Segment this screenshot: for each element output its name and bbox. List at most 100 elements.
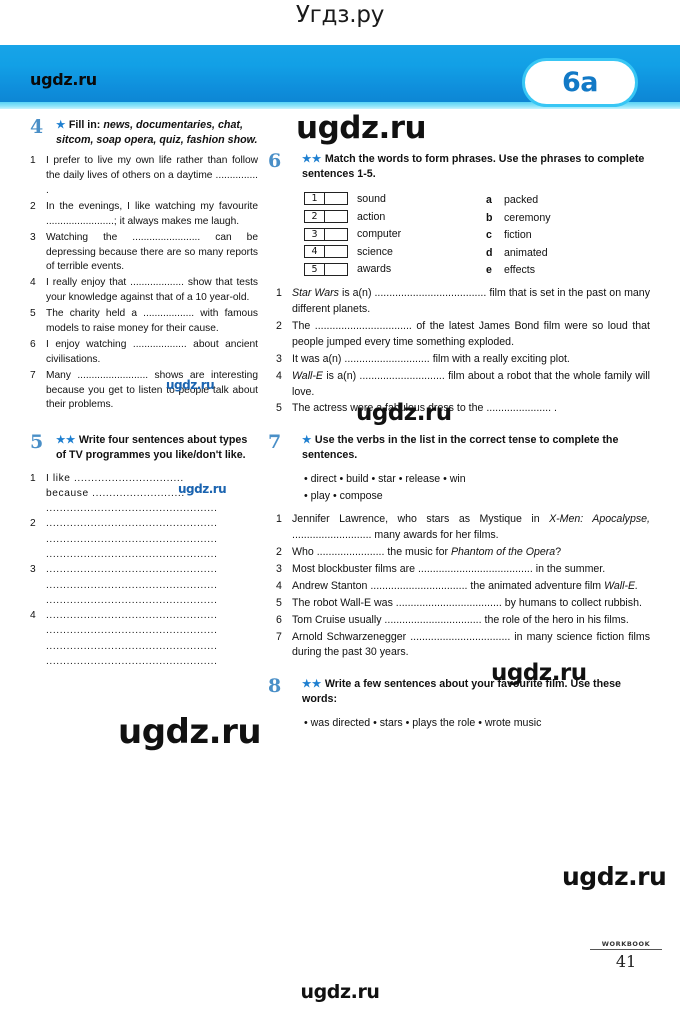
matching-right-column: a packed b ceremony c fiction d animated: [486, 190, 636, 279]
exercise-8-word-bank: • was directed • stars • plays the role …: [304, 715, 650, 731]
item-number: 5: [276, 596, 282, 609]
word-bank-line: • was directed • stars • plays the role …: [304, 717, 542, 730]
match-number: 3: [305, 228, 325, 240]
exercise-6-items: 1 Star Wars is a(n) ....................…: [276, 286, 650, 417]
list-item: 3 It was a(n) ..........................…: [276, 352, 650, 368]
item-text[interactable]: I prefer to live my own life rather than…: [46, 154, 258, 199]
item-number: 1: [30, 155, 36, 167]
match-blank[interactable]: [325, 229, 347, 240]
match-blank[interactable]: [325, 246, 347, 257]
answer-line[interactable]: I like ................................: [46, 471, 258, 486]
item-text[interactable]: Arnold Schwarzenegger ..................…: [292, 630, 650, 662]
match-blank[interactable]: [325, 211, 347, 222]
word-bank-line: • play • compose: [304, 489, 383, 502]
exercise-4-instruction: ★ Fill in: news, documentaries, chat, si…: [56, 118, 258, 147]
list-item: 3 Watching the ........................ …: [30, 231, 258, 276]
match-option: fiction: [504, 229, 532, 242]
match-blank[interactable]: [325, 193, 347, 204]
watermark-overlay: ugdz.ru: [296, 110, 427, 146]
item-text-a: Andrew Stanton .........................…: [292, 579, 605, 592]
list-item: 6 Tom Cruise usually ...................…: [276, 613, 650, 629]
answer-line[interactable]: ........................................…: [46, 501, 258, 516]
item-text[interactable]: Who ....................... the music fo…: [292, 545, 650, 561]
item-title: Wall-E.: [604, 579, 639, 592]
answer-line[interactable]: because ...........................: [46, 486, 258, 501]
table-row: 2 action: [304, 208, 486, 226]
match-answer-box[interactable]: 4: [304, 245, 348, 259]
answer-line[interactable]: ........................................…: [46, 516, 258, 531]
item-text[interactable]: The robot Wall-E was ...................…: [292, 596, 650, 612]
answer-line[interactable]: ........................................…: [46, 532, 258, 547]
item-number: 2: [276, 546, 282, 559]
match-answer-box[interactable]: 2: [304, 210, 348, 224]
exercise-5-number: 5: [30, 431, 44, 454]
exercise-4-number: 4: [30, 116, 44, 138]
exercise-5-answer-lines: 1 I like ...............................…: [30, 471, 258, 670]
answer-line[interactable]: ........................................…: [46, 562, 258, 577]
word-bank-line: • direct • build • star • release • win: [304, 473, 466, 486]
match-answer-box[interactable]: 5: [304, 262, 348, 276]
list-item: 3 ......................................…: [30, 562, 258, 608]
item-number: 7: [276, 630, 282, 643]
item-number: 4: [276, 369, 282, 382]
list-item: 2 Who ....................... the music …: [276, 545, 650, 561]
match-answer-box[interactable]: 1: [304, 192, 348, 206]
item-text[interactable]: Many ......................... shows are…: [46, 369, 258, 414]
list-item: 4 I really enjoy that ..................…: [30, 276, 258, 306]
match-letter: e: [486, 264, 492, 277]
item-text[interactable]: The actress wore a fabulous dress to the…: [292, 401, 650, 417]
answer-line[interactable]: ........................................…: [46, 623, 258, 638]
item-number: 2: [276, 319, 282, 332]
match-number: 2: [305, 211, 325, 223]
list-item: 5 The actress wore a fabulous dress to t…: [276, 401, 650, 417]
item-text[interactable]: In the evenings, I like watching my favo…: [46, 200, 258, 230]
answer-line[interactable]: ........................................…: [46, 547, 258, 562]
item-text[interactable]: Watching the ........................ ca…: [46, 231, 258, 276]
table-row: 4 science: [304, 243, 486, 261]
exercise-7-instruction: ★ Use the verbs in the list in the corre…: [302, 433, 650, 462]
list-item: 3 Most blockbuster films are ...........…: [276, 562, 650, 578]
item-number: 2: [30, 200, 36, 212]
list-item: 7 Arnold Schwarzenegger ................…: [276, 630, 650, 662]
left-column: 4 ★ Fill in: news, documentaries, chat, …: [30, 116, 258, 681]
item-number: 3: [30, 231, 36, 243]
match-word: science: [357, 245, 393, 258]
item-number: 7: [30, 369, 36, 381]
exercise-6-instruction: ★★ Match the words to form phrases. Use …: [302, 152, 650, 181]
table-row: d animated: [486, 244, 636, 262]
answer-line[interactable]: ........................................…: [46, 639, 258, 654]
answer-line[interactable]: ........................................…: [46, 654, 258, 669]
list-item: 6 I enjoy watching ................... a…: [30, 338, 258, 368]
match-word: computer: [357, 228, 402, 241]
item-text[interactable]: Andrew Stanton .........................…: [292, 579, 650, 595]
item-text[interactable]: The ................................. of…: [292, 319, 650, 351]
exercise-5-instruction: ★★ Write four sentences about types of T…: [56, 433, 258, 462]
table-row: a packed: [486, 191, 636, 209]
item-text[interactable]: Jennifer Lawrence, who stars as Mystique…: [292, 512, 650, 544]
list-item: 5 The charity held a .................. …: [30, 307, 258, 337]
item-number: 6: [30, 338, 36, 350]
list-item: 2 In the evenings, I like watching my fa…: [30, 200, 258, 230]
unit-badge: 6a: [522, 58, 638, 107]
match-word: action: [357, 210, 386, 223]
list-item: 4 Andrew Stanton .......................…: [276, 579, 650, 595]
answer-line[interactable]: ........................................…: [46, 593, 258, 608]
match-blank[interactable]: [325, 264, 347, 275]
item-text[interactable]: Star Wars is a(n) ......................…: [292, 286, 650, 318]
item-text[interactable]: Tom Cruise usually .....................…: [292, 613, 650, 629]
item-text[interactable]: The charity held a .................. wi…: [46, 307, 258, 337]
table-row: 3 computer: [304, 225, 486, 243]
bottom-watermark: ugdz.ru: [300, 981, 380, 1003]
item-text[interactable]: Most blockbuster films are .............…: [292, 562, 650, 578]
exercise-5: 5 ★★ Write four sentences about types of…: [30, 431, 258, 670]
answer-line[interactable]: ........................................…: [46, 578, 258, 593]
list-item: 4 ......................................…: [30, 608, 258, 669]
item-text[interactable]: I enjoy watching ................... abo…: [46, 338, 258, 368]
item-text[interactable]: It was a(n) ............................…: [292, 352, 650, 368]
item-number: 1: [276, 513, 282, 526]
item-number: 2: [30, 518, 36, 530]
answer-line[interactable]: ........................................…: [46, 608, 258, 623]
match-answer-box[interactable]: 3: [304, 227, 348, 241]
item-text[interactable]: Wall-E is a(n) .........................…: [292, 369, 650, 401]
item-text[interactable]: I really enjoy that ................... …: [46, 276, 258, 306]
